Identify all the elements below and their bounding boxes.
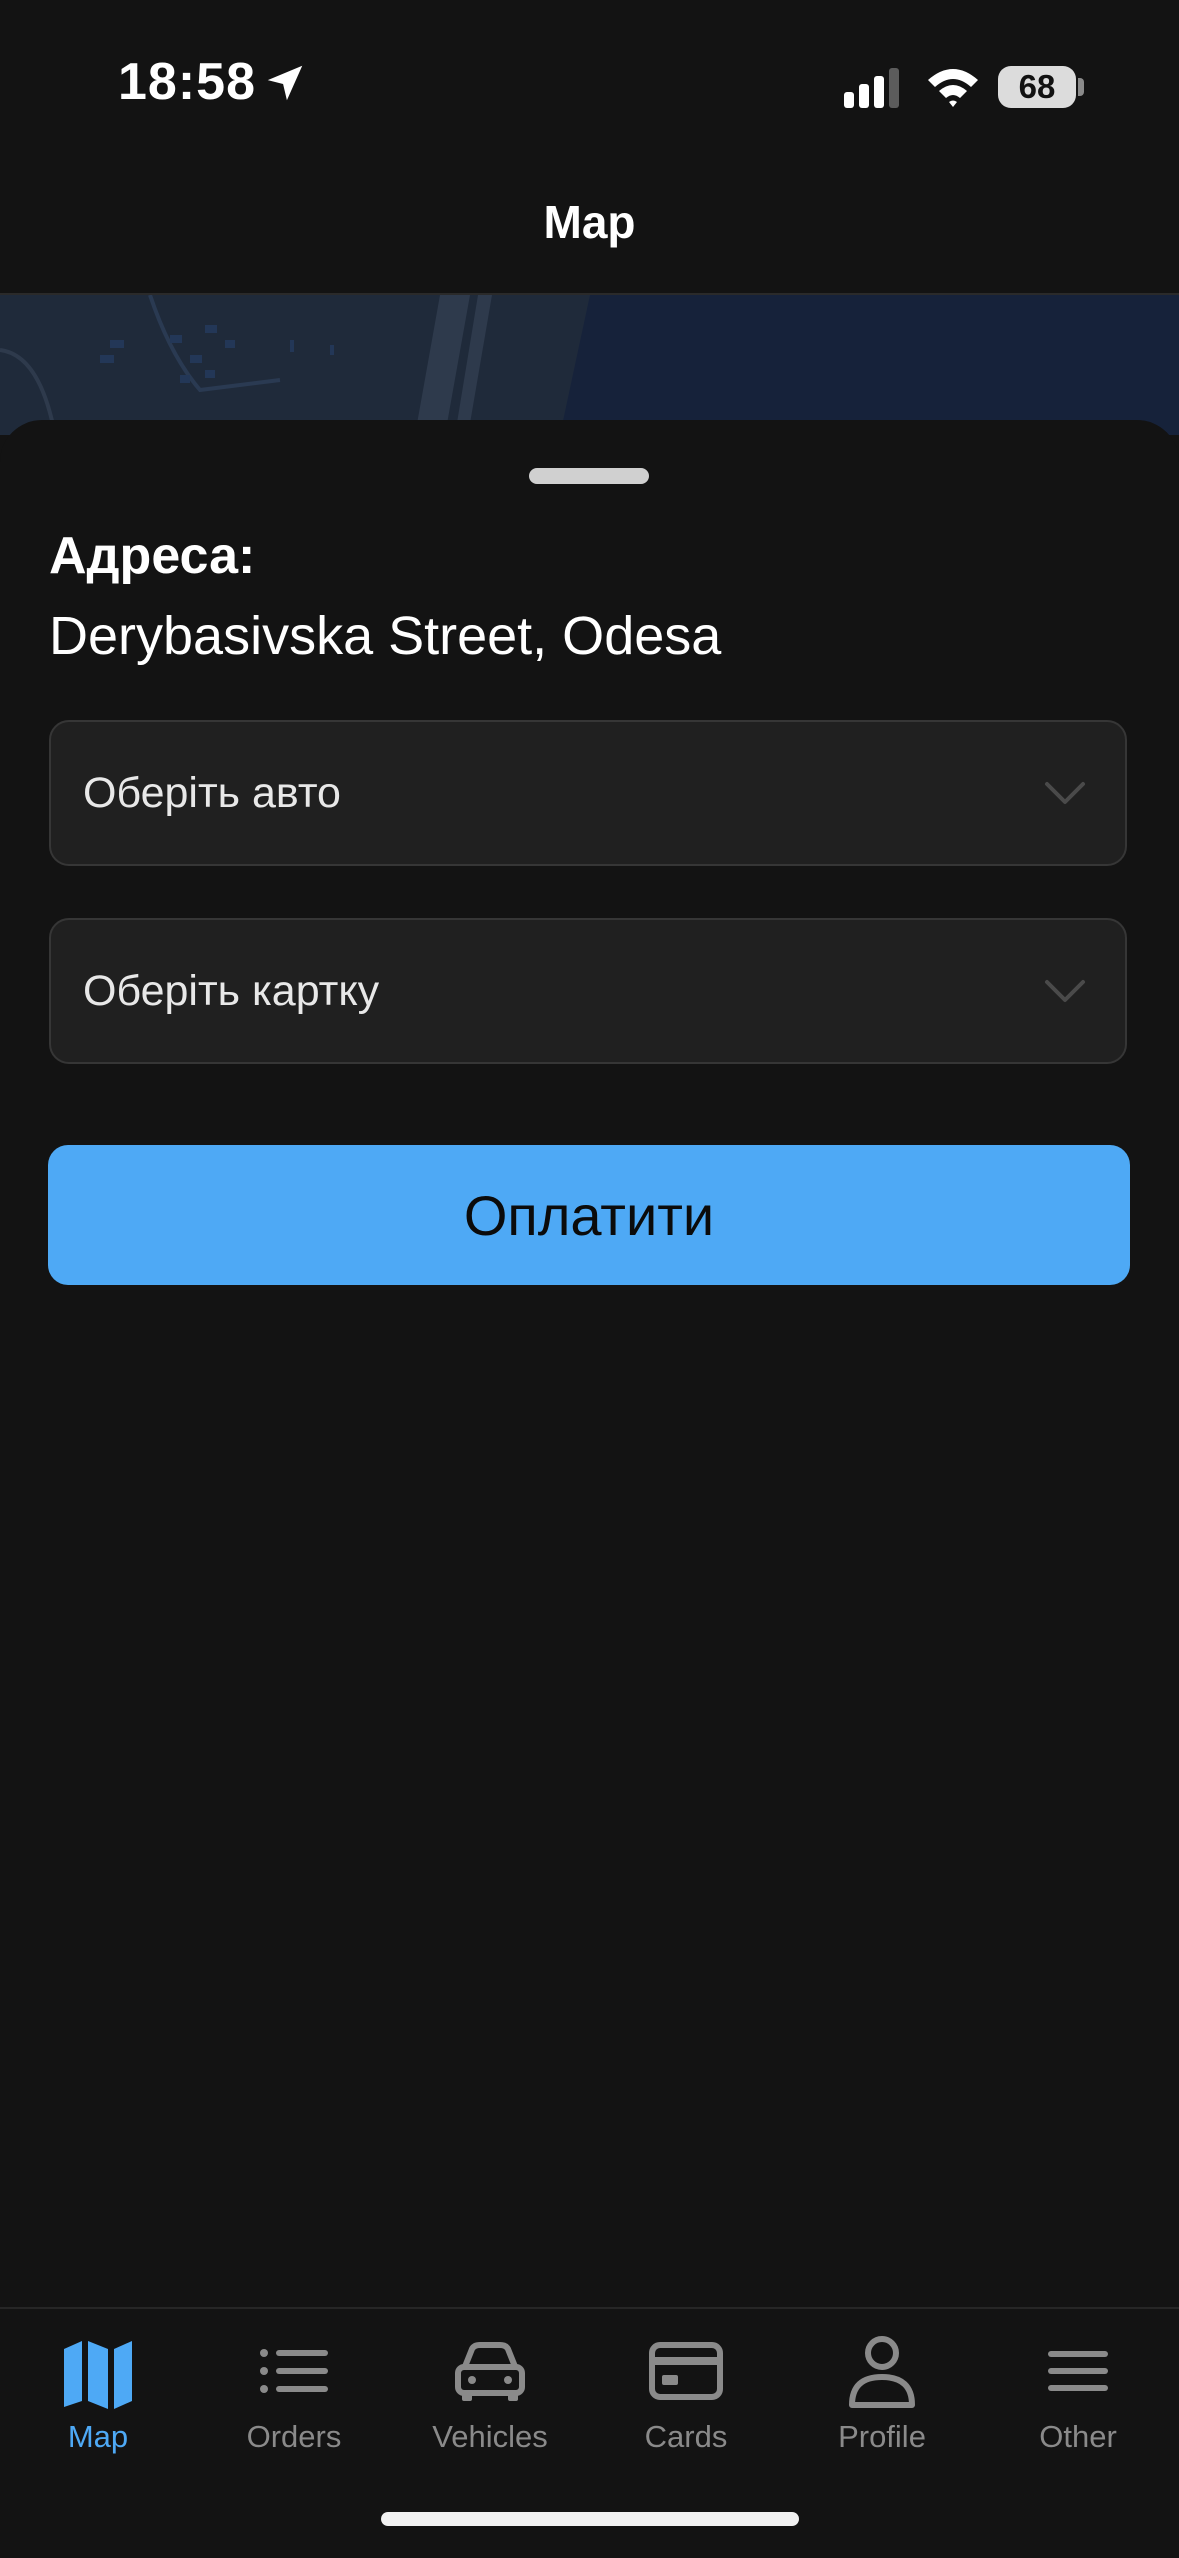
tab-label: Other [1039, 2419, 1117, 2454]
page-title: Map [543, 195, 636, 248]
tab-cards[interactable]: Cards [588, 2309, 784, 2469]
address-label: Адреса: [49, 527, 256, 585]
address-value: Derybasivska Street, Odesa [49, 606, 722, 666]
map-icon [64, 2341, 132, 2409]
tab-profile[interactable]: Profile [784, 2309, 980, 2469]
list-icon [260, 2349, 328, 2393]
map-view[interactable] [0, 295, 1179, 435]
chevron-down-icon [1045, 980, 1085, 1002]
status-bar: 18:58 68 [0, 0, 1179, 150]
tab-vehicles[interactable]: Vehicles [392, 2309, 588, 2469]
vehicle-select[interactable]: Оберіть авто [49, 720, 1127, 866]
home-indicator[interactable] [381, 2512, 799, 2526]
person-icon [849, 2336, 915, 2408]
battery-cap [1078, 78, 1084, 96]
pay-button[interactable]: Оплатити [48, 1145, 1130, 1285]
card-select[interactable]: Оберіть картку [49, 918, 1127, 1064]
menu-icon [1048, 2351, 1108, 2391]
tab-label: Vehicles [432, 2419, 548, 2454]
cellular-signal-icon [844, 68, 899, 108]
map-background [0, 295, 1179, 435]
tab-other[interactable]: Other [980, 2309, 1176, 2469]
credit-card-icon [649, 2342, 723, 2400]
tab-label: Orders [246, 2419, 342, 2454]
tab-label: Map [67, 2419, 129, 2454]
tab-label: Cards [644, 2419, 728, 2454]
battery-icon: 68 [998, 66, 1076, 108]
sheet-grabber[interactable] [529, 468, 649, 484]
card-select-value: Оберіть картку [83, 966, 380, 1015]
tab-orders[interactable]: Orders [196, 2309, 392, 2469]
location-arrow-icon [267, 65, 303, 101]
tab-map[interactable]: Map [0, 2309, 196, 2469]
tab-label: Profile [838, 2419, 926, 2454]
vehicle-select-value: Оберіть авто [83, 768, 341, 817]
nav-header: Map [0, 150, 1179, 295]
car-icon [455, 2342, 525, 2401]
wifi-icon [928, 69, 978, 107]
bottom-sheet: Адреса: Derybasivska Street, Odesa Обері… [0, 420, 1179, 2308]
chevron-down-icon [1045, 782, 1085, 804]
status-time: 18:58 [118, 53, 256, 111]
